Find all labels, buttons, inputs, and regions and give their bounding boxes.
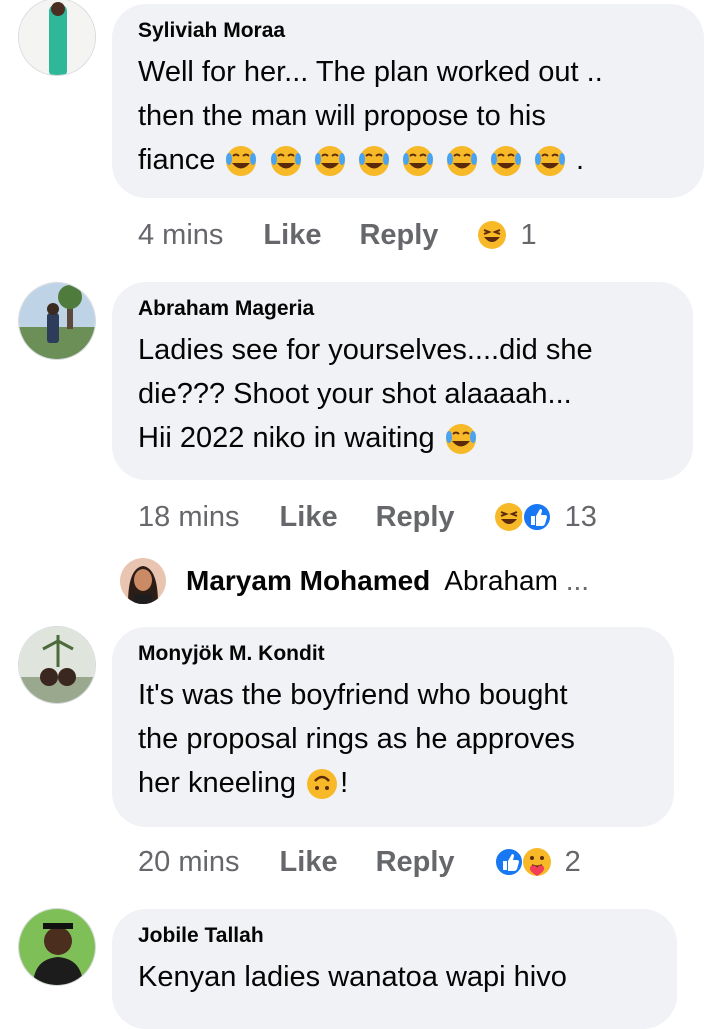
reply-author[interactable]: Maryam Mohamed	[186, 565, 430, 597]
timestamp[interactable]: 18 mins	[138, 501, 240, 534]
avatar[interactable]	[18, 0, 96, 76]
more-ellipsis[interactable]: ...	[566, 565, 589, 596]
comment-actions: 18 mins Like Reply 13	[138, 497, 597, 537]
tears-of-joy-emoji	[314, 146, 345, 177]
like-icon	[521, 502, 552, 532]
avatar[interactable]	[18, 282, 96, 360]
tears-of-joy-emoji	[358, 146, 389, 177]
reaction-count[interactable]: 13	[565, 501, 597, 534]
avatar[interactable]	[18, 908, 96, 986]
comment-author[interactable]: Abraham Mageria	[138, 296, 667, 322]
reply-button[interactable]: Reply	[359, 219, 438, 252]
comment-text: Kenyan ladies wanatoa wapi hivo	[138, 961, 567, 993]
upside-down-face-emoji	[307, 769, 338, 800]
tears-of-joy-emoji	[534, 146, 565, 177]
like-button[interactable]: Like	[280, 846, 338, 879]
comment-bubble: Abraham Mageria Ladies see for yourselve…	[112, 282, 693, 480]
comment-text: Well for her... The plan worked out .. t…	[138, 50, 678, 182]
laughing-emoji	[478, 221, 507, 249]
timestamp[interactable]: 4 mins	[138, 219, 223, 252]
comment-author[interactable]: Jobile Tallah	[138, 923, 651, 949]
reaction-summary[interactable]	[476, 219, 508, 251]
reaction-summary[interactable]	[493, 846, 553, 878]
reply-preview[interactable]: Maryam Mohamed Abraham ...	[120, 556, 589, 606]
comment-bubble: Jobile Tallah Kenyan ladies wanatoa wapi…	[112, 909, 677, 1029]
comment-actions: 20 mins Like Reply 2	[138, 842, 581, 882]
tears-of-joy-emoji-row	[223, 144, 576, 177]
comment-author[interactable]: Syliviah Moraa	[138, 18, 678, 44]
tears-of-joy-emoji	[402, 146, 433, 177]
reply-text: Abraham ...	[444, 565, 590, 596]
reaction-count[interactable]: 1	[520, 219, 536, 252]
avatar[interactable]	[18, 626, 96, 704]
tears-of-joy-emoji	[226, 146, 257, 177]
comment-text: It's was the boyfriend who bought the pr…	[138, 673, 648, 805]
timestamp[interactable]: 20 mins	[138, 846, 240, 879]
comment-actions: 4 mins Like Reply 1	[138, 215, 537, 255]
comment-bubble: Monyjök M. Kondit It's was the boyfriend…	[112, 627, 674, 827]
reply-button[interactable]: Reply	[376, 501, 455, 534]
tears-of-joy-emoji	[270, 146, 301, 177]
reply-button[interactable]: Reply	[376, 846, 455, 879]
reaction-count[interactable]: 2	[565, 846, 581, 879]
tears-of-joy-emoji	[446, 146, 477, 177]
reaction-summary[interactable]	[493, 501, 553, 533]
like-button[interactable]: Like	[263, 219, 321, 252]
care-emoji	[522, 848, 551, 876]
avatar[interactable]	[120, 558, 166, 604]
comment-author[interactable]: Monyjök M. Kondit	[138, 641, 648, 667]
comment-bubble: Syliviah Moraa Well for her... The plan …	[112, 4, 704, 198]
comment-text: Ladies see for yourselves....did she die…	[138, 328, 667, 460]
tears-of-joy-emoji	[490, 146, 521, 177]
tears-of-joy-emoji	[445, 424, 476, 455]
like-button[interactable]: Like	[280, 501, 338, 534]
